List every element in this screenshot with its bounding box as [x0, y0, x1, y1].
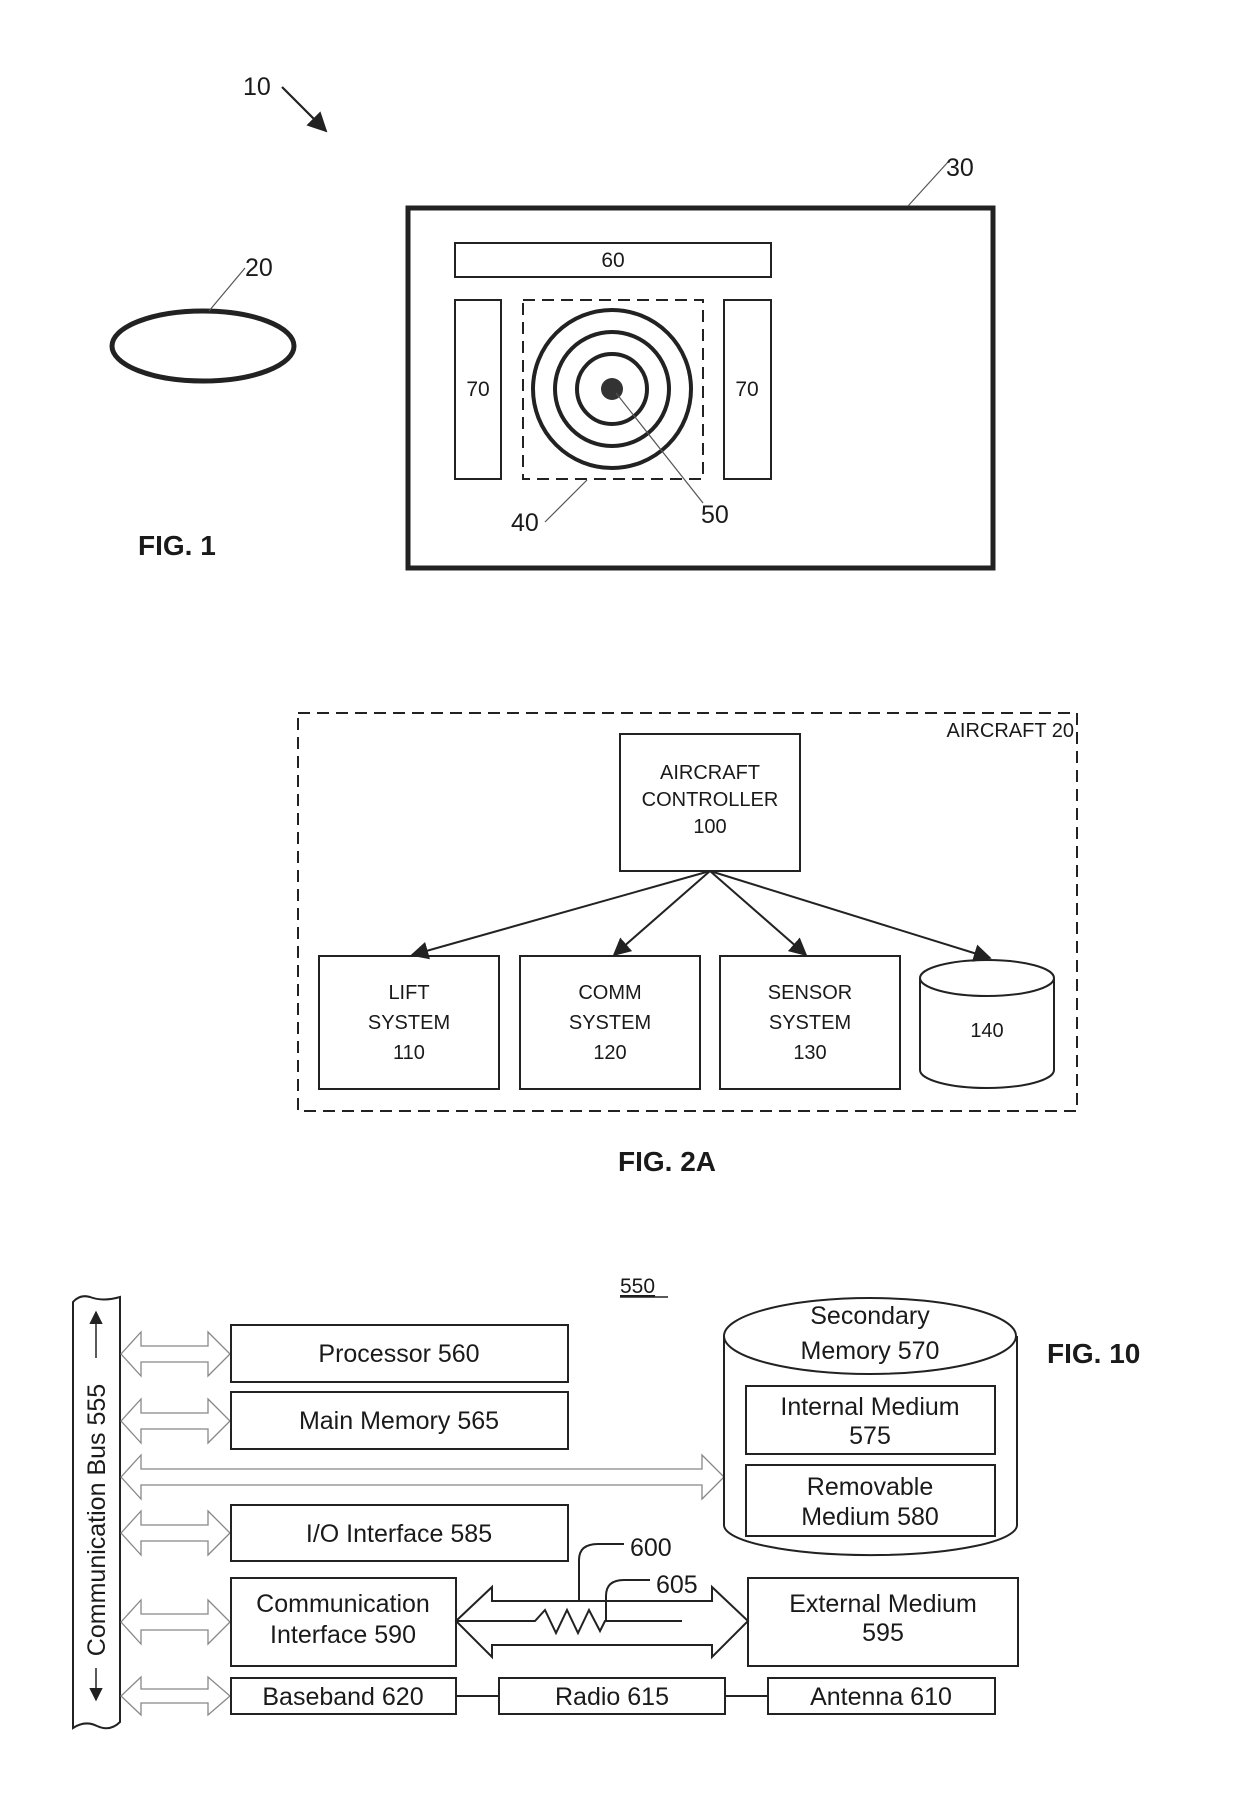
bus-label: Communication Bus 555 [83, 1384, 111, 1656]
controller-line-1: AIRCRAFT [660, 762, 760, 784]
display-ref-label: 30 [946, 154, 974, 182]
target-center-dot [601, 378, 623, 400]
signal-ref-label: 605 [656, 1571, 698, 1599]
internal-medium-line-1: Internal Medium [780, 1393, 959, 1421]
right-panel-label: 70 [735, 378, 758, 401]
patent-drawing-sheet: 10 20 FIG. 1 30 60 70 70 40 50 AIRCRAFT … [72, 73, 1140, 1730]
fig10-caption: FIG. 10 [1047, 1338, 1140, 1369]
secondary-memory-line-2: Memory 570 [801, 1337, 940, 1365]
lift-line-1: LIFT [388, 982, 429, 1004]
bus-link-secondary-memory-icon [120, 1453, 725, 1501]
system-ref-550: 550 [620, 1275, 655, 1298]
fig10: 550 Communication Bus 555 Processor 560 … [72, 1275, 1140, 1730]
arrow-to-storage-icon [709, 870, 992, 962]
system-ref-arrow-icon [281, 86, 328, 133]
controller-line-3: 100 [693, 816, 726, 838]
external-medium-line-2: 595 [862, 1619, 904, 1647]
baseband-label: Baseband 620 [262, 1683, 423, 1711]
lift-line-2: SYSTEM [368, 1012, 450, 1034]
radio-label: Radio 615 [555, 1683, 669, 1711]
system-ref-label: 10 [243, 73, 271, 101]
removable-medium-line-2: Medium 580 [801, 1503, 939, 1531]
io-interface-label: I/O Interface 585 [306, 1520, 492, 1548]
antenna-label: Antenna 610 [810, 1683, 952, 1711]
secondary-memory-line-1: Secondary [810, 1302, 930, 1330]
channel-ref-label: 600 [630, 1534, 672, 1562]
aircraft-container-label: AIRCRAFT 20 [947, 720, 1074, 742]
comm-line-2: SYSTEM [569, 1012, 651, 1034]
sensor-line-3: 130 [793, 1042, 826, 1064]
arrow-to-sensor-icon [709, 870, 808, 957]
bus-link-main-memory-icon [120, 1397, 231, 1445]
bus-link-io-icon [120, 1509, 231, 1557]
zone-leader-line [544, 479, 588, 523]
fig1: 10 20 FIG. 1 30 60 70 70 40 50 [109, 73, 996, 571]
controller-line-2: CONTROLLER [642, 789, 779, 811]
lift-line-3: 110 [393, 1042, 425, 1064]
aircraft-ellipse [109, 308, 297, 384]
comm-interface-line-2: Interface 590 [270, 1621, 416, 1649]
bus-link-processor-icon [120, 1330, 231, 1378]
target-ref-label: 50 [701, 501, 729, 529]
arrow-to-lift-icon [410, 870, 711, 960]
sensor-line-1: SENSOR [768, 982, 852, 1004]
external-medium-line-1: External Medium [789, 1590, 977, 1618]
zone-ref-label: 40 [511, 509, 539, 537]
bus-link-comm-interface-icon [120, 1598, 231, 1646]
channel-leader-line [578, 1543, 624, 1601]
aircraft-ref-label: 20 [245, 254, 273, 282]
processor-label: Processor 560 [318, 1340, 479, 1368]
storage-label: 140 [970, 1020, 1003, 1042]
removable-medium-line-1: Removable [807, 1473, 933, 1501]
fig2a: AIRCRAFT 20 AIRCRAFT CONTROLLER 100 LIFT… [297, 712, 1078, 1177]
internal-medium-line-2: 575 [849, 1422, 891, 1450]
main-memory-label: Main Memory 565 [299, 1407, 499, 1435]
comm-line-3: 120 [593, 1042, 626, 1064]
display-leader-line [907, 161, 949, 207]
fig2a-caption: FIG. 2A [618, 1146, 716, 1177]
comm-interface-line-1: Communication [256, 1590, 430, 1618]
comm-line-1: COMM [578, 982, 641, 1004]
top-panel-label: 60 [601, 249, 624, 272]
left-panel-label: 70 [466, 378, 489, 401]
fig1-caption: FIG. 1 [138, 530, 216, 561]
sensor-line-2: SYSTEM [769, 1012, 851, 1034]
bus-link-baseband-icon [120, 1675, 231, 1717]
aircraft-leader-line [208, 267, 246, 312]
